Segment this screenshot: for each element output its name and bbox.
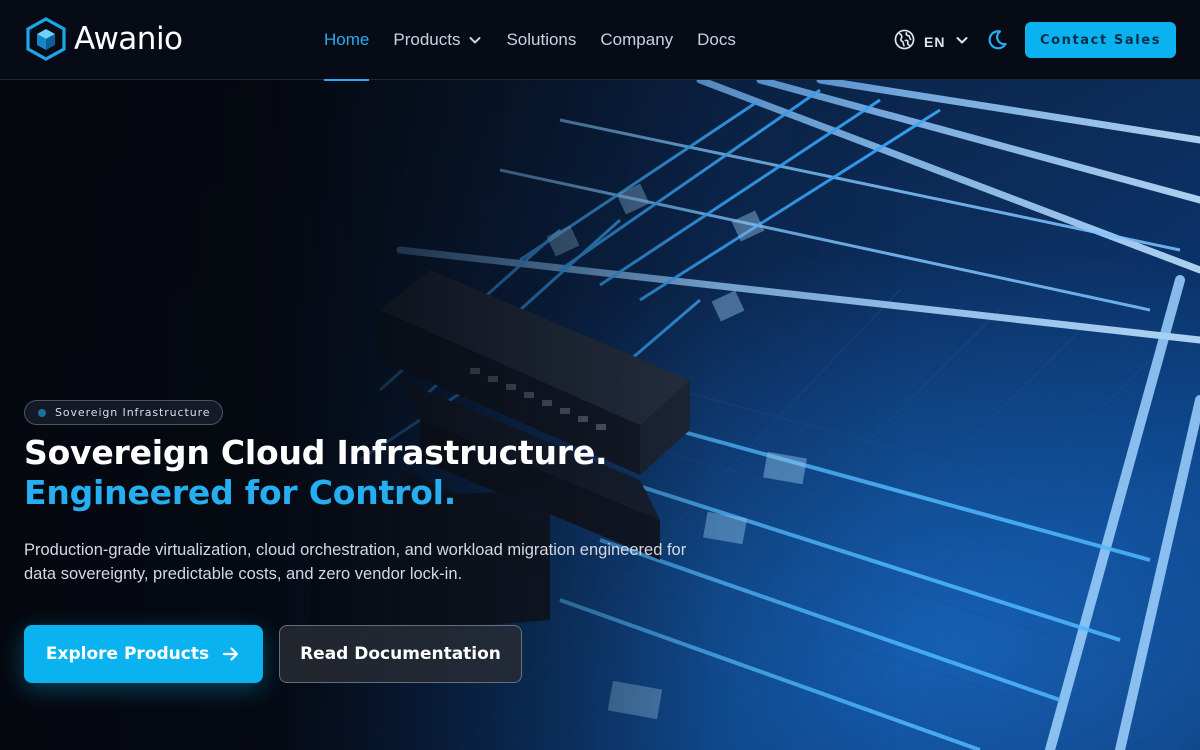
read-documentation-label: Read Documentation (300, 644, 501, 664)
brand-logo[interactable]: Awanio (24, 17, 183, 61)
hero-title-accent: Engineered for Control. (24, 473, 457, 512)
nav-link-docs-label: Docs (697, 30, 736, 49)
language-code: EN (924, 34, 946, 50)
nav-link-company[interactable]: Company (600, 0, 673, 80)
nav-link-solutions[interactable]: Solutions (506, 0, 576, 80)
nav-link-home[interactable]: Home (324, 0, 370, 81)
moon-icon (988, 30, 1007, 50)
nav-link-products[interactable]: Products (393, 0, 482, 80)
arrow-right-icon (221, 644, 241, 664)
theme-toggle-button[interactable] (986, 28, 1008, 52)
brand-name: Awanio (74, 21, 183, 57)
badge-label: Sovereign Infrastructure (55, 406, 211, 419)
read-documentation-button[interactable]: Read Documentation (279, 625, 522, 683)
hero-description: Production-grade virtualization, cloud o… (24, 541, 687, 583)
nav-link-solutions-label: Solutions (506, 30, 577, 49)
main-menu: Home Products Solutions Company Docs (324, 0, 760, 81)
explore-products-label: Explore Products (45, 644, 210, 664)
top-navigation: Awanio Home Products Solutions Company D… (0, 0, 1200, 81)
globe-icon (894, 29, 915, 55)
nav-link-company-label: Company (600, 30, 674, 49)
nav-link-products-label: Products (393, 30, 461, 49)
hero-title: Sovereign Cloud Infrastructure. Engineer… (24, 433, 784, 513)
explore-products-button[interactable]: Explore Products (24, 625, 263, 683)
hero-title-line1: Sovereign Cloud Infrastructure. (24, 433, 608, 472)
chevron-down-icon (955, 33, 969, 52)
category-badge: Sovereign Infrastructure (24, 400, 224, 425)
contact-sales-button[interactable]: Contact Sales (1025, 22, 1176, 58)
hero-section: Sovereign Infrastructure Sovereign Cloud… (0, 80, 1200, 750)
nav-link-home-label: Home (324, 30, 370, 49)
status-dot (38, 408, 46, 417)
hexagon-cube-logo-icon (26, 17, 66, 61)
language-selector[interactable]: EN (894, 29, 969, 55)
nav-link-docs[interactable]: Docs (697, 0, 736, 80)
chevron-down-icon (468, 33, 482, 47)
